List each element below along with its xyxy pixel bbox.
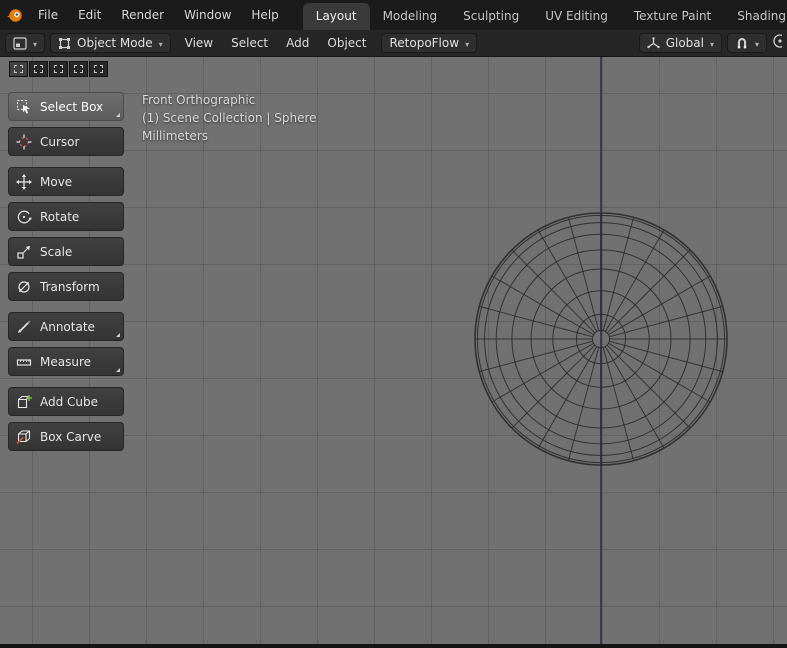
viewport-header: Object Mode View Select Add Object Retop… — [0, 30, 787, 57]
proportional-edit-icon — [773, 34, 782, 48]
tab-sculpting[interactable]: Sculpting — [450, 3, 532, 30]
select-mode-subtract[interactable] — [49, 61, 68, 77]
menu-window[interactable]: Window — [174, 0, 241, 30]
tool-label: Rotate — [40, 209, 80, 224]
active-object-label: (1) Scene Collection | Sphere — [142, 111, 317, 125]
snapping-selector[interactable] — [726, 33, 767, 53]
toolbar: Select Box Cursor Move Rotate Scale Tran… — [8, 92, 124, 457]
tool-transform[interactable]: Transform — [8, 272, 124, 301]
move-icon — [16, 173, 32, 190]
orientation-axes-icon — [646, 36, 660, 48]
select-mode-intersect[interactable] — [89, 61, 108, 77]
tool-label: Measure — [40, 354, 91, 369]
blender-logo-icon[interactable] — [0, 7, 28, 24]
chevron-down-icon — [159, 37, 163, 49]
tool-label: Box Carve — [40, 429, 102, 444]
mode-selector-label: Object Mode — [77, 36, 153, 50]
select-subtract-icon — [54, 65, 63, 73]
object-mode-icon — [59, 37, 71, 49]
header-right-cluster: Global — [638, 33, 782, 53]
chevron-down-icon — [755, 37, 759, 49]
select-extend-icon — [34, 65, 43, 73]
editor-type-selector[interactable] — [5, 33, 46, 53]
menu-render[interactable]: Render — [111, 0, 174, 30]
select-mode-extend[interactable] — [29, 61, 48, 77]
view-name-label: Front Orthographic — [142, 93, 256, 107]
annotate-pen-icon — [16, 319, 32, 335]
tab-shading[interactable]: Shading — [724, 3, 787, 30]
menu-object[interactable]: Object — [318, 30, 375, 56]
topbar: File Edit Render Window Help Layout Mode… — [0, 0, 787, 30]
editor-type-icon — [13, 36, 27, 50]
snap-magnet-icon — [737, 38, 747, 49]
menu-edit[interactable]: Edit — [68, 0, 111, 30]
tool-cursor[interactable]: Cursor — [8, 127, 124, 156]
sphere-wireframe[interactable] — [472, 210, 730, 468]
proportional-edit-toggle[interactable] — [772, 33, 782, 53]
tool-label: Move — [40, 174, 73, 189]
rotate-icon — [16, 209, 32, 225]
workspace-tabs: Layout Modeling Sculpting UV Editing Tex… — [302, 0, 787, 30]
orientation-label: Global — [665, 36, 704, 50]
tool-label: Scale — [40, 244, 73, 259]
chevron-down-icon — [710, 37, 714, 49]
transform-orientation-selector[interactable]: Global — [638, 33, 722, 53]
tool-annotate[interactable]: Annotate — [8, 312, 124, 341]
tab-texture-paint[interactable]: Texture Paint — [621, 3, 724, 30]
tool-label: Select Box — [40, 99, 104, 114]
select-set-icon — [14, 65, 23, 73]
tool-label: Add Cube — [40, 394, 99, 409]
select-mode-set[interactable] — [9, 61, 28, 77]
tool-move[interactable]: Move — [8, 167, 124, 196]
tool-rotate[interactable]: Rotate — [8, 202, 124, 231]
cursor-icon — [16, 134, 32, 150]
tab-uv-editing[interactable]: UV Editing — [532, 3, 621, 30]
chevron-down-icon — [33, 37, 37, 49]
scale-icon — [16, 244, 32, 260]
tab-layout[interactable]: Layout — [302, 3, 370, 30]
tool-label: Annotate — [40, 319, 95, 334]
tool-add-cube[interactable]: Add Cube — [8, 387, 124, 416]
box-carve-icon — [16, 429, 32, 445]
menu-select[interactable]: Select — [222, 30, 277, 56]
select-intersect-icon — [94, 65, 103, 73]
add-cube-icon — [16, 394, 32, 410]
status-bar-edge — [0, 644, 787, 648]
units-label: Millimeters — [142, 129, 209, 143]
select-mode-row — [9, 61, 108, 77]
tool-label: Transform — [40, 279, 100, 294]
select-box-icon — [16, 99, 32, 115]
blender-logo-icon — [6, 8, 22, 22]
select-mode-invert[interactable] — [69, 61, 88, 77]
transform-icon — [16, 279, 32, 295]
tool-select-box[interactable]: Select Box — [8, 92, 124, 121]
retopoflow-menu[interactable]: RetopoFlow — [381, 33, 478, 53]
mode-selector[interactable]: Object Mode — [50, 33, 171, 53]
tab-modeling[interactable]: Modeling — [370, 3, 451, 30]
menu-view[interactable]: View — [176, 30, 222, 56]
tool-box-carve[interactable]: Box Carve — [8, 422, 124, 451]
menu-help[interactable]: Help — [241, 0, 288, 30]
measure-ruler-icon — [16, 354, 32, 370]
tool-measure[interactable]: Measure — [8, 347, 124, 376]
retopoflow-label: RetopoFlow — [389, 36, 460, 50]
viewport-overlay-text: Front Orthographic (1) Scene Collection … — [142, 91, 317, 145]
menu-add[interactable]: Add — [277, 30, 318, 56]
menu-file[interactable]: File — [28, 0, 68, 30]
tool-label: Cursor — [40, 134, 80, 149]
chevron-down-icon — [465, 37, 469, 49]
select-invert-icon — [74, 65, 83, 73]
tool-scale[interactable]: Scale — [8, 237, 124, 266]
